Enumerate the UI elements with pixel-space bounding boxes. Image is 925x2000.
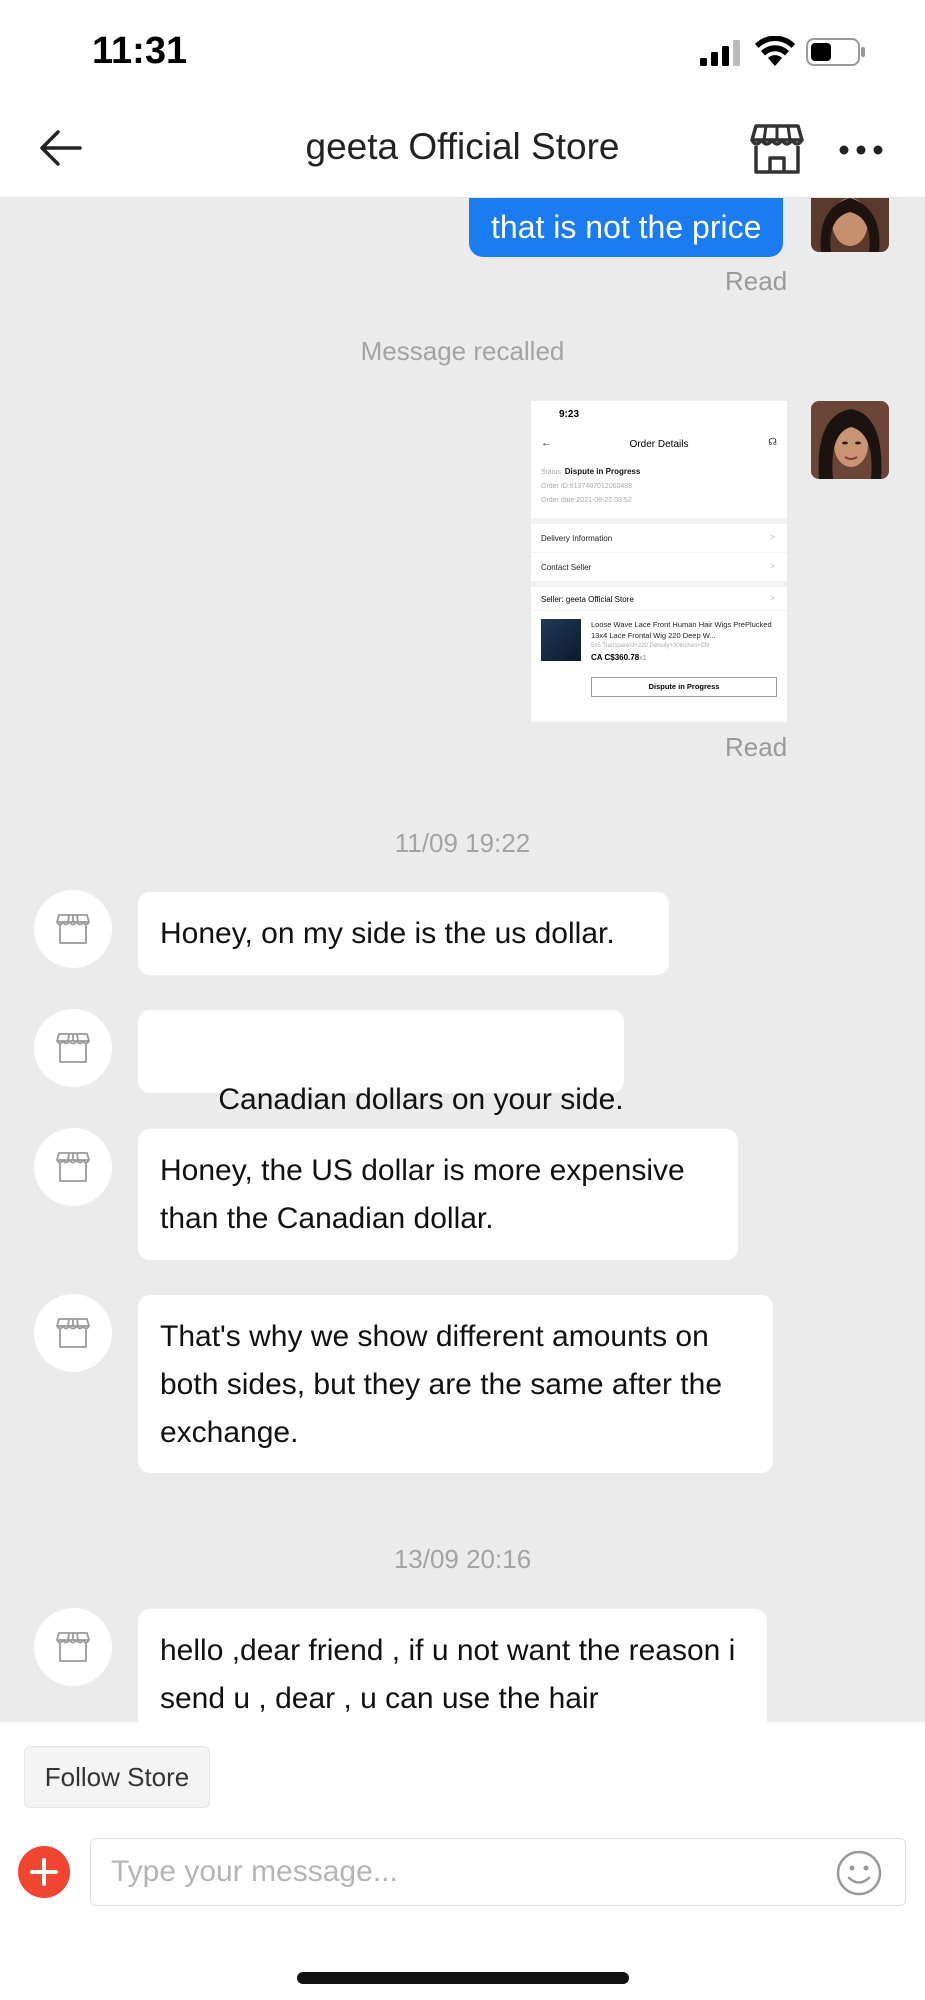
status-bar: 11:31 (0, 0, 925, 100)
emoji-icon[interactable] (835, 1849, 883, 1897)
message-timestamp: 13/09 20:16 (393, 1544, 532, 1574)
user-avatar[interactable] (811, 198, 889, 252)
composer-area: Follow Store (0, 1722, 925, 2000)
wifi-icon (755, 36, 795, 66)
message-text: that is not the price (491, 209, 762, 245)
home-indicator[interactable] (297, 1972, 629, 1984)
incoming-message-bubble[interactable]: Canadian dollars on your side. (138, 1010, 624, 1116)
screenshot-status: Dispute in Progress (564, 467, 641, 476)
message-input[interactable] (111, 1839, 811, 1905)
store-avatar[interactable] (34, 1128, 112, 1206)
outgoing-message-bubble[interactable]: that is not the price (469, 198, 784, 257)
message-text: Honey, the US dollar is more expensive t… (160, 1154, 685, 1235)
screenshot-order-date: Order date:2021-08-22 03:52 (541, 497, 632, 504)
follow-store-button[interactable]: Follow Store (24, 1746, 210, 1808)
recalled-notice: Message recalled (360, 336, 565, 366)
incoming-message-bubble[interactable]: That's why we show different amounts on … (138, 1295, 773, 1473)
message-text: That's why we show different amounts on … (160, 1320, 723, 1449)
battery-icon (806, 38, 865, 66)
plus-icon (30, 1858, 58, 1886)
incoming-message-bubble[interactable]: hello ,dear friend , if u not want the r… (138, 1609, 767, 1722)
user-avatar-image (811, 401, 889, 479)
read-receipt: Read (725, 266, 788, 296)
cellular-signal-icon (700, 40, 740, 66)
store-avatar[interactable] (34, 1294, 112, 1372)
store-avatar[interactable] (34, 1009, 112, 1087)
order-screenshot-image[interactable]: 9:23 ← Order Details ☊ Status: Dispute i… (531, 401, 787, 723)
store-icon (56, 1033, 90, 1063)
store-icon (56, 1318, 90, 1348)
message-timestamp: 11/09 19:22 (394, 828, 531, 858)
store-icon (56, 914, 90, 944)
store-icon[interactable] (748, 118, 806, 176)
add-attachment-button[interactable] (18, 1846, 70, 1898)
incoming-message-bubble[interactable]: Honey, on my side is the us dollar. (138, 892, 669, 975)
screenshot-product-image (541, 619, 581, 661)
incoming-message-bubble[interactable]: Honey, the US dollar is more expensive t… (138, 1129, 738, 1260)
more-options-icon[interactable] (836, 130, 886, 170)
screenshot-order-id: Order ID:8137407012060488 (541, 483, 633, 490)
screenshot-title: Order Details (629, 439, 689, 450)
message-input-container[interactable] (90, 1838, 906, 1906)
message-text: hello ,dear friend , if u not want the r… (160, 1634, 736, 1715)
message-text: Honey, on my side is the us dollar. (160, 917, 615, 950)
user-avatar[interactable] (811, 401, 889, 479)
store-icon (56, 1632, 90, 1662)
message-text: Canadian dollars on your side. (210, 1083, 624, 1116)
store-avatar[interactable] (34, 890, 112, 968)
chat-message-list[interactable]: that is not the price Read Message recal… (0, 198, 925, 1722)
store-icon (56, 1152, 90, 1182)
screenshot-time: 9:23 (559, 409, 580, 420)
chat-header: geeta Official Store (0, 100, 925, 198)
user-avatar-image (811, 198, 889, 252)
store-avatar[interactable] (34, 1608, 112, 1686)
status-time: 11:31 (92, 30, 188, 72)
read-receipt: Read (725, 732, 788, 762)
screenshot-headset-icon: ☊ (768, 437, 777, 448)
chat-screen: 11:31 geeta Official Store that is not t… (0, 0, 925, 2000)
